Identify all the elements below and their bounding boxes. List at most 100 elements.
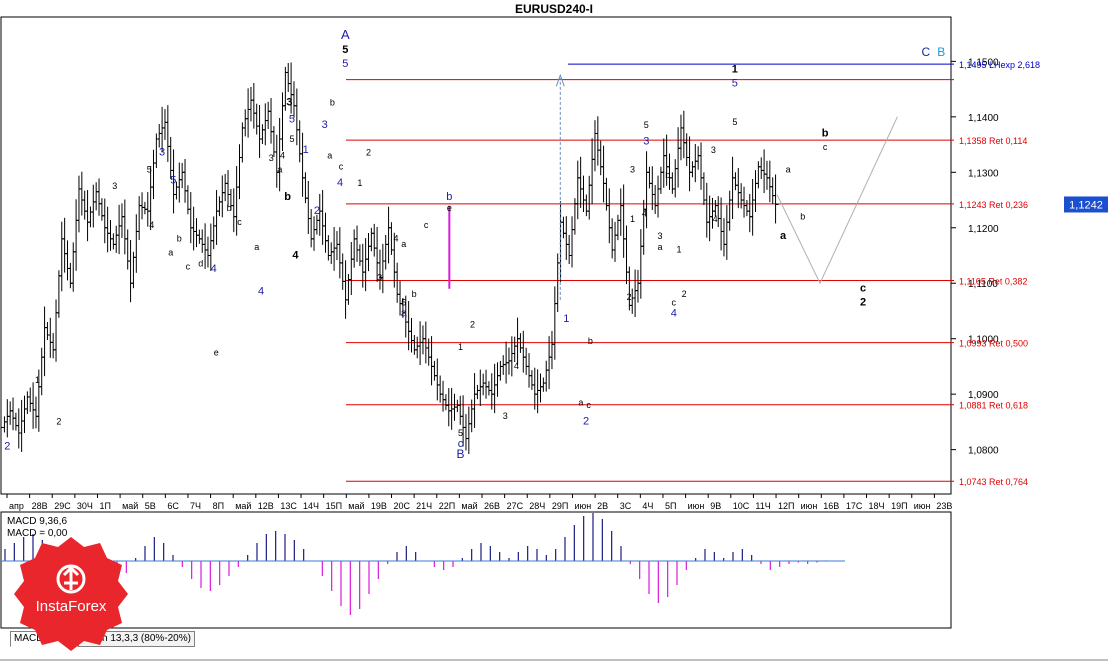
wave-label: 3 [643,136,649,148]
wave-label: 1 [458,342,463,352]
logo-text: InstaForex [36,598,107,615]
wave-label: a [401,308,408,320]
x-tick-label: 19П [891,501,907,511]
wave-label: b [822,127,829,139]
wave-label: b [800,211,805,221]
wave-label: b [412,289,417,299]
x-tick-label: 19В [371,501,387,511]
wave-label: c [860,283,866,295]
wave-label: c [823,142,828,152]
wave-label: 1 [676,245,681,255]
wave-label: e [447,203,452,213]
x-tick-label: май [122,501,138,511]
x-tick-label: 7Ч [190,501,201,511]
x-tick-label: 20С [394,501,411,511]
x-tick-label: июн [688,501,705,511]
level-label: 1,1358 Ret 0,114 [959,136,1027,146]
x-tick-label: 10С [733,501,750,511]
wave-label: 2 [4,441,10,453]
level-label: 1,0881 Ret 0,618 [959,401,1028,411]
wave-label: 2 [583,416,589,428]
wave-label: c [458,438,464,450]
wave-label: 1 [35,375,40,385]
wave-label: 5 [289,134,294,144]
wave-label: c [672,297,677,307]
wave-label: C [921,45,930,59]
wave-label: c [237,217,242,227]
x-tick-label: 12П [778,501,794,511]
logo-badge [14,537,128,651]
x-tick-label: 16В [823,501,839,511]
wave-label: c [424,220,429,230]
wave-label: 2 [860,296,866,308]
x-tick-label: июн [574,501,591,511]
wave-label: 3 [286,97,292,109]
wave-label: 4 [394,234,399,244]
wave-label: a [327,150,332,160]
x-tick-label: 5В [145,501,156,511]
wave-label: 1 [732,63,738,75]
y-tick-label: 1,1200 [968,224,999,235]
wave-label: 5 [342,58,348,70]
wave-label: 5 [458,428,463,438]
instaforex-logo: InstaForex [14,537,128,651]
wave-label: 3 [658,231,663,241]
wave-label: 1 [357,178,362,188]
current-price-label: 1,1242 [1069,199,1103,211]
x-tick-label: 18Ч [869,501,885,511]
wave-label: 4 [258,285,264,297]
wave-label: b [665,170,670,180]
x-tick-label: 11Ч [755,501,770,511]
wave-label: b [177,234,182,244]
x-tick-label: 8П [213,501,224,511]
x-tick-label: 6С [167,501,179,511]
wave-label: c [586,400,591,410]
wave-label: 3 [112,181,117,191]
wave-label: 3 [503,411,508,421]
chart-canvas[interactable]: EURUSD240-I1,15001,14001,13001,12001,110… [0,0,1108,661]
wave-label: 2 [314,205,320,217]
wave-label: 5 [289,113,295,125]
wave-label: 2 [56,417,61,427]
wave-label: a [780,230,787,242]
wave-label: 1 [303,144,309,156]
y-tick-label: 1,1300 [968,168,999,179]
wave-label: d [198,259,203,269]
x-tick-label: 3С [620,501,632,511]
wave-label: 3 [630,164,635,174]
chart-title: EURUSD240-I [515,2,593,16]
x-tick-label: 27С [507,501,524,511]
wave-label: a [168,248,173,258]
wave-label: 5 [732,117,737,127]
x-tick-label: 30Ч [77,501,93,511]
wave-label: a [401,239,406,249]
x-tick-label: 12В [258,501,274,511]
wave-label: 2 [627,292,632,302]
x-tick-label: 28Ч [529,501,545,511]
wave-label: 4 [671,308,677,320]
x-tick-label: 9В [710,501,721,511]
level-label: 1,1105 Ret 0,382 [959,276,1027,286]
x-tick-label: 15П [326,501,342,511]
wave-label: 3 [159,147,165,159]
wave-label: 4 [149,220,154,230]
wave-label: b [330,98,335,108]
indicator-plot-frame [0,511,952,629]
wave-label: a [578,397,583,407]
wave-label: 5 [644,120,649,130]
x-tick-label: 13С [280,501,297,511]
wave-label: 4 [337,177,343,189]
wave-label: b [227,203,232,213]
wave-label: a [786,164,791,174]
x-tick-label: июн [801,501,818,511]
x-tick-label: 28В [32,501,48,511]
wave-label: 2 [366,148,371,158]
wave-label: b [284,191,291,203]
x-axis: апр 28В 29С 30Ч 1П май 5В 6С 7Ч 8П май 12В 13С 14Ч 15П… [6,494,952,511]
wave-label: 5 [170,174,176,186]
x-tick-label: 26В [484,501,500,511]
x-tick-label: 23В [936,501,952,511]
x-tick-label: апр [9,501,24,511]
x-tick-label: 14Ч [303,501,319,511]
level-label: 1,0993 Ret 0,500 [959,339,1028,349]
